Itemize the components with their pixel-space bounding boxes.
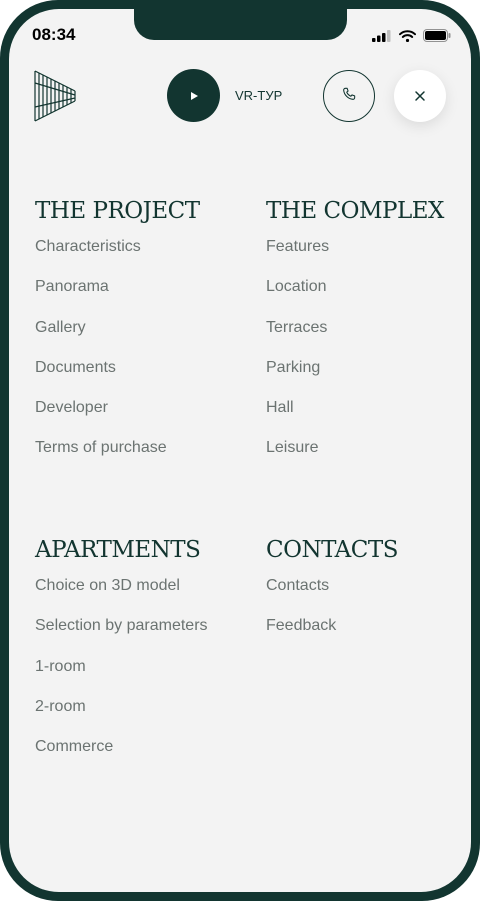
phone-icon (341, 86, 357, 106)
section-title: APARTMENTS (35, 537, 201, 563)
section-title: THE PROJECT (35, 198, 200, 224)
menu-link-documents[interactable]: Documents (35, 358, 200, 398)
menu-list: Choice on 3D model Selection by paramete… (35, 576, 208, 777)
menu-link-feedback[interactable]: Feedback (266, 616, 398, 656)
menu-link-gallery[interactable]: Gallery (35, 318, 200, 358)
screen: 08:34 VR-ТУР THE PROJECT Characteristics… (9, 9, 471, 892)
vr-tour-link[interactable]: VR-ТУР (235, 88, 282, 103)
menu-link-choice-on-3d-model[interactable]: Choice on 3D model (35, 576, 208, 616)
building-logo-icon[interactable] (33, 69, 77, 123)
menu-link-parking[interactable]: Parking (266, 358, 444, 398)
menu-list: Characteristics Panorama Gallery Documen… (35, 237, 200, 479)
close-icon (414, 87, 426, 106)
menu-link-characteristics[interactable]: Characteristics (35, 237, 200, 277)
phone-frame: 08:34 VR-ТУР THE PROJECT Characteristics… (0, 0, 480, 901)
close-button[interactable] (394, 70, 446, 122)
menu-section-apartments: APARTMENTS Choice on 3D model Selection … (35, 536, 208, 777)
menu-list: Contacts Feedback (266, 576, 398, 657)
menu-link-1-room[interactable]: 1-room (35, 657, 208, 697)
section-title: THE COMPLEX (266, 198, 444, 224)
menu-link-leisure[interactable]: Leisure (266, 438, 444, 478)
menu-list: Features Location Terraces Parking Hall … (266, 237, 444, 479)
play-icon (189, 86, 199, 105)
menu-link-location[interactable]: Location (266, 277, 444, 317)
menu-link-terraces[interactable]: Terraces (266, 318, 444, 358)
phone-button[interactable] (323, 70, 375, 122)
menu-link-contacts[interactable]: Contacts (266, 576, 398, 616)
menu-section-complex: THE COMPLEX Features Location Terraces P… (266, 197, 444, 479)
menu-link-hall[interactable]: Hall (266, 398, 444, 438)
menu-section-project: THE PROJECT Characteristics Panorama Gal… (35, 197, 200, 479)
menu-link-developer[interactable]: Developer (35, 398, 200, 438)
menu-link-features[interactable]: Features (266, 237, 444, 277)
section-title: CONTACTS (266, 537, 398, 563)
menu-link-commerce[interactable]: Commerce (35, 737, 208, 777)
menu-link-2-room[interactable]: 2-room (35, 697, 208, 737)
menu-link-selection-by-parameters[interactable]: Selection by parameters (35, 616, 208, 656)
menu-section-contacts: CONTACTS Contacts Feedback (266, 536, 398, 657)
header-bar: VR-ТУР (9, 9, 471, 139)
play-button[interactable] (167, 69, 220, 122)
menu-link-terms-of-purchase[interactable]: Terms of purchase (35, 438, 200, 478)
menu-link-panorama[interactable]: Panorama (35, 277, 200, 317)
